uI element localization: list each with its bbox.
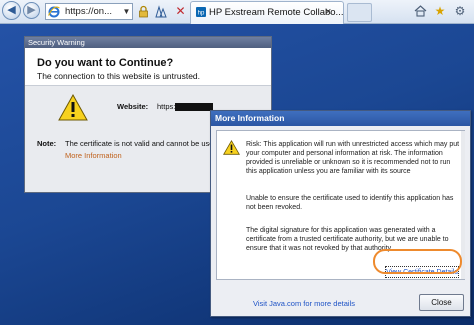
- back-button[interactable]: ◀: [2, 1, 21, 20]
- tools-gear-icon[interactable]: ⚙: [453, 3, 467, 19]
- back-icon: ◀: [7, 4, 16, 16]
- browser-toolbar: ◀ ▶ https://on... ▼ ✕ hp HP Exstream Rem…: [0, 0, 474, 24]
- address-bar[interactable]: https://on...: [45, 3, 133, 20]
- dialog-titlebar[interactable]: More Information: [211, 111, 470, 126]
- tab-title: HP Exstream Remote Collabo...: [209, 7, 344, 18]
- close-button[interactable]: Close: [419, 294, 464, 311]
- tab-close-icon[interactable]: ×: [325, 5, 331, 19]
- new-tab-button[interactable]: [347, 3, 372, 22]
- dialog-titlebar[interactable]: Security Warning: [25, 37, 271, 48]
- forward-icon: ▶: [27, 4, 36, 16]
- dialog-subtitle: The connection to this website is untrus…: [37, 71, 201, 81]
- browser-tab-active[interactable]: hp HP Exstream Remote Collabo... ×: [190, 1, 344, 24]
- page-favicon-icon: hp: [196, 7, 206, 17]
- more-information-dialog: More Information Risk: This application …: [210, 110, 471, 317]
- stop-icon[interactable]: ✕: [173, 3, 188, 20]
- dialog-title: More Information: [215, 113, 285, 123]
- forward-button[interactable]: ▶: [23, 2, 40, 19]
- note-label: Note:: [37, 139, 57, 148]
- more-information-link[interactable]: More Information: [65, 151, 122, 161]
- address-text: https://on...: [65, 6, 112, 17]
- compatibility-icon[interactable]: [153, 3, 168, 20]
- dialog-question: Do you want to Continue?: [37, 57, 174, 69]
- svg-text:hp: hp: [198, 11, 205, 17]
- warning-icon: [58, 94, 88, 121]
- lock-icon[interactable]: [136, 3, 151, 20]
- ie-icon: [48, 6, 60, 18]
- scrollbar[interactable]: [461, 131, 465, 279]
- visit-java-link[interactable]: Visit Java.com for more details: [253, 299, 355, 309]
- certificate-revocation-text: Unable to ensure the certificate used to…: [246, 195, 454, 211]
- risk-description: Risk: This application will run with unr…: [246, 141, 460, 175]
- dialog-title: Security Warning: [28, 38, 85, 47]
- home-icon[interactable]: [413, 3, 427, 19]
- dialog-header: Do you want to Continue? The connection …: [25, 48, 271, 86]
- website-label: Website:: [117, 102, 149, 111]
- favorites-star-icon[interactable]: ★: [433, 3, 447, 19]
- command-icons: ★ ⚙: [413, 3, 474, 21]
- redacted-url: [175, 103, 213, 111]
- highlight-annotation: [373, 249, 462, 274]
- address-dropdown-button[interactable]: ▼: [121, 4, 132, 19]
- warning-icon: [223, 140, 240, 155]
